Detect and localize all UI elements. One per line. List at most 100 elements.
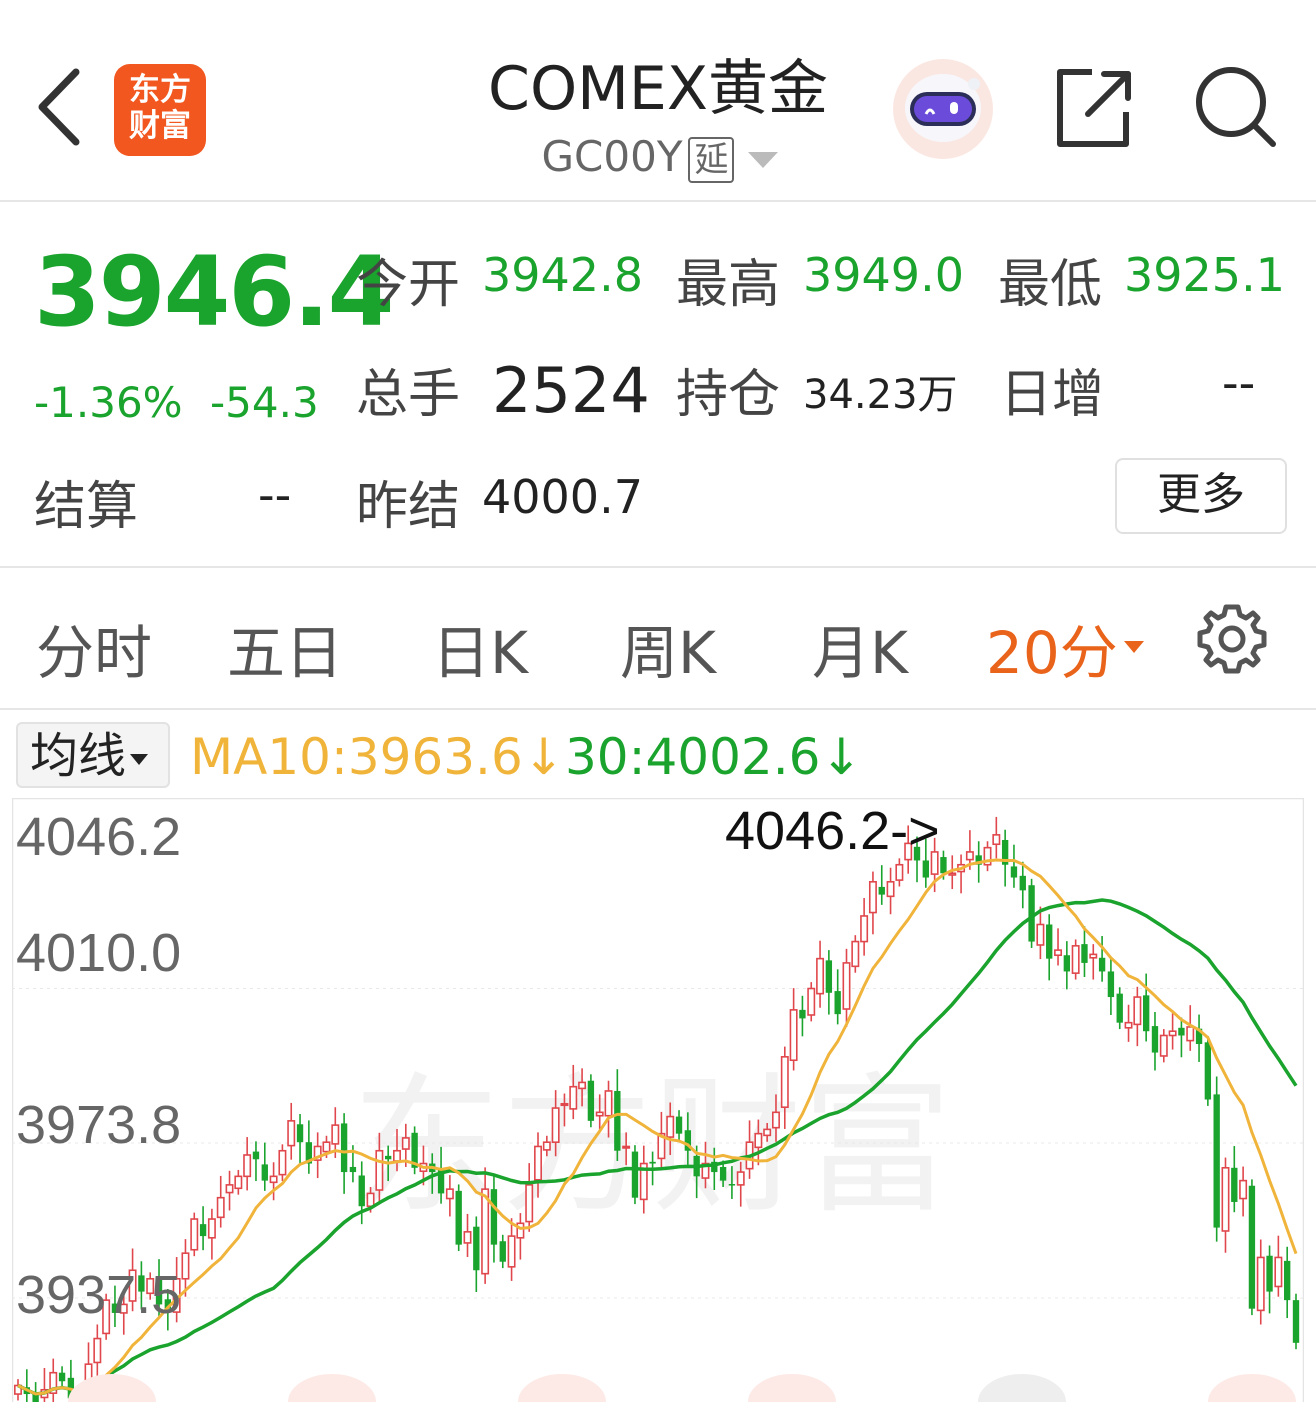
contract-code: GC00Y: [541, 132, 683, 181]
page-title: COMEX黄金: [488, 54, 828, 124]
open-interest-value: 34.23万: [803, 372, 958, 418]
candle-down: [649, 1161, 656, 1164]
max-price-marker: 4046.2->: [725, 801, 940, 861]
candle-down: [490, 1189, 498, 1245]
candle-up: [1036, 923, 1045, 946]
candle-down: [631, 1151, 639, 1198]
header-divider: [0, 200, 1316, 202]
candle-down: [1010, 866, 1018, 878]
candle-down: [261, 1164, 268, 1181]
candle-down: [1107, 971, 1115, 998]
ai-assistant-icon[interactable]: [892, 58, 994, 160]
candle-down: [728, 1184, 736, 1186]
low-label: 最低: [998, 255, 1103, 315]
candle-down: [1213, 1094, 1220, 1228]
candle-down: [1266, 1255, 1273, 1292]
candle-up: [463, 1231, 472, 1244]
candle-down: [1178, 1027, 1185, 1036]
volume-label: 总手: [356, 365, 461, 425]
candle-up: [851, 940, 860, 968]
settle-label: 结算: [34, 477, 139, 537]
more-button[interactable]: 更多: [1115, 458, 1287, 534]
tab-five-day[interactable]: 五日: [227, 606, 343, 690]
contract-selector[interactable]: GC00Y 延: [420, 132, 900, 183]
candle-up: [622, 1145, 631, 1149]
candle-up: [560, 1102, 569, 1107]
tab-monthly-k[interactable]: 月K: [812, 606, 908, 690]
candle-up: [763, 1128, 772, 1137]
candle-up: [269, 1175, 278, 1184]
prev-settle-label: 昨结: [356, 477, 461, 537]
tabs-divider: [0, 708, 1316, 710]
candle-up: [278, 1149, 287, 1176]
prev-settle-value: 4000.7: [482, 470, 643, 524]
candle-down: [340, 1123, 348, 1173]
candle-up: [401, 1137, 410, 1150]
tab-daily-k[interactable]: 日K: [432, 606, 528, 690]
candle-up: [1089, 953, 1098, 959]
candle-down: [1151, 1026, 1159, 1053]
candle-up: [207, 1218, 216, 1239]
candle-down: [58, 1372, 66, 1382]
candle-down: [473, 1226, 480, 1271]
candle-down: [878, 886, 885, 895]
ma-selector[interactable]: 均线: [16, 722, 170, 788]
candle-down: [825, 960, 833, 993]
candle-up: [1221, 1167, 1230, 1232]
candle-down: [1204, 1042, 1212, 1100]
candle-down: [1284, 1260, 1291, 1301]
settings-gear-icon[interactable]: [1196, 603, 1268, 675]
candle-up: [1256, 1256, 1265, 1312]
search-icon[interactable]: [1193, 64, 1279, 150]
tab-weekly-k[interactable]: 周K: [620, 606, 716, 690]
high-label: 最高: [676, 255, 781, 315]
candle-up: [551, 1107, 560, 1143]
tab-20min[interactable]: 20分: [986, 606, 1144, 690]
candle-down: [1063, 955, 1071, 972]
open-label: 今开: [356, 255, 461, 315]
ma-selector-label: 均线: [30, 728, 127, 784]
tab-intraday[interactable]: 分时: [36, 606, 152, 690]
candle-down: [799, 1009, 806, 1019]
tab-20min-label: 20分: [986, 619, 1118, 687]
candle-down: [385, 1155, 392, 1160]
candle-up: [965, 851, 974, 861]
kline-chart[interactable]: 东方财富: [12, 798, 1304, 1402]
ma-caret-icon: [130, 753, 149, 765]
candle-up: [445, 1188, 454, 1200]
candle-down: [1081, 944, 1088, 963]
candle-up: [895, 863, 904, 881]
candle-down: [1046, 924, 1053, 959]
candle-down: [1116, 993, 1123, 1023]
candle-up: [542, 1141, 551, 1151]
candle-up: [1239, 1179, 1248, 1200]
app-logo[interactable]: 东方 财富: [114, 64, 206, 156]
candle-up: [243, 1154, 252, 1178]
candle-up: [181, 1252, 190, 1280]
candle-up: [481, 1188, 490, 1275]
logo-text-line2: 财富: [129, 108, 191, 144]
candle-up: [507, 1235, 516, 1268]
candle-up: [366, 1192, 375, 1208]
low-value: 3925.1: [1124, 248, 1285, 302]
y-tick-2: 4010.0: [16, 923, 182, 983]
candle-up: [569, 1085, 578, 1110]
candle-down: [587, 1080, 595, 1121]
candle-up: [322, 1141, 331, 1153]
candle-down: [252, 1151, 260, 1160]
candle-down: [1292, 1300, 1300, 1343]
y-tick-top: 4046.2: [16, 807, 182, 867]
back-icon[interactable]: [30, 62, 90, 152]
share-icon[interactable]: [1052, 66, 1136, 150]
candle-up: [992, 834, 1001, 846]
candle-up: [780, 1056, 789, 1108]
candle-up: [604, 1090, 613, 1117]
candle-up: [736, 1171, 745, 1186]
candle-up: [772, 1111, 780, 1129]
candle-up: [525, 1184, 534, 1223]
candle-up: [816, 957, 825, 995]
candle-up: [190, 1218, 199, 1251]
candle-down: [922, 860, 929, 878]
candle-down: [349, 1166, 357, 1173]
candle-up: [225, 1184, 234, 1194]
